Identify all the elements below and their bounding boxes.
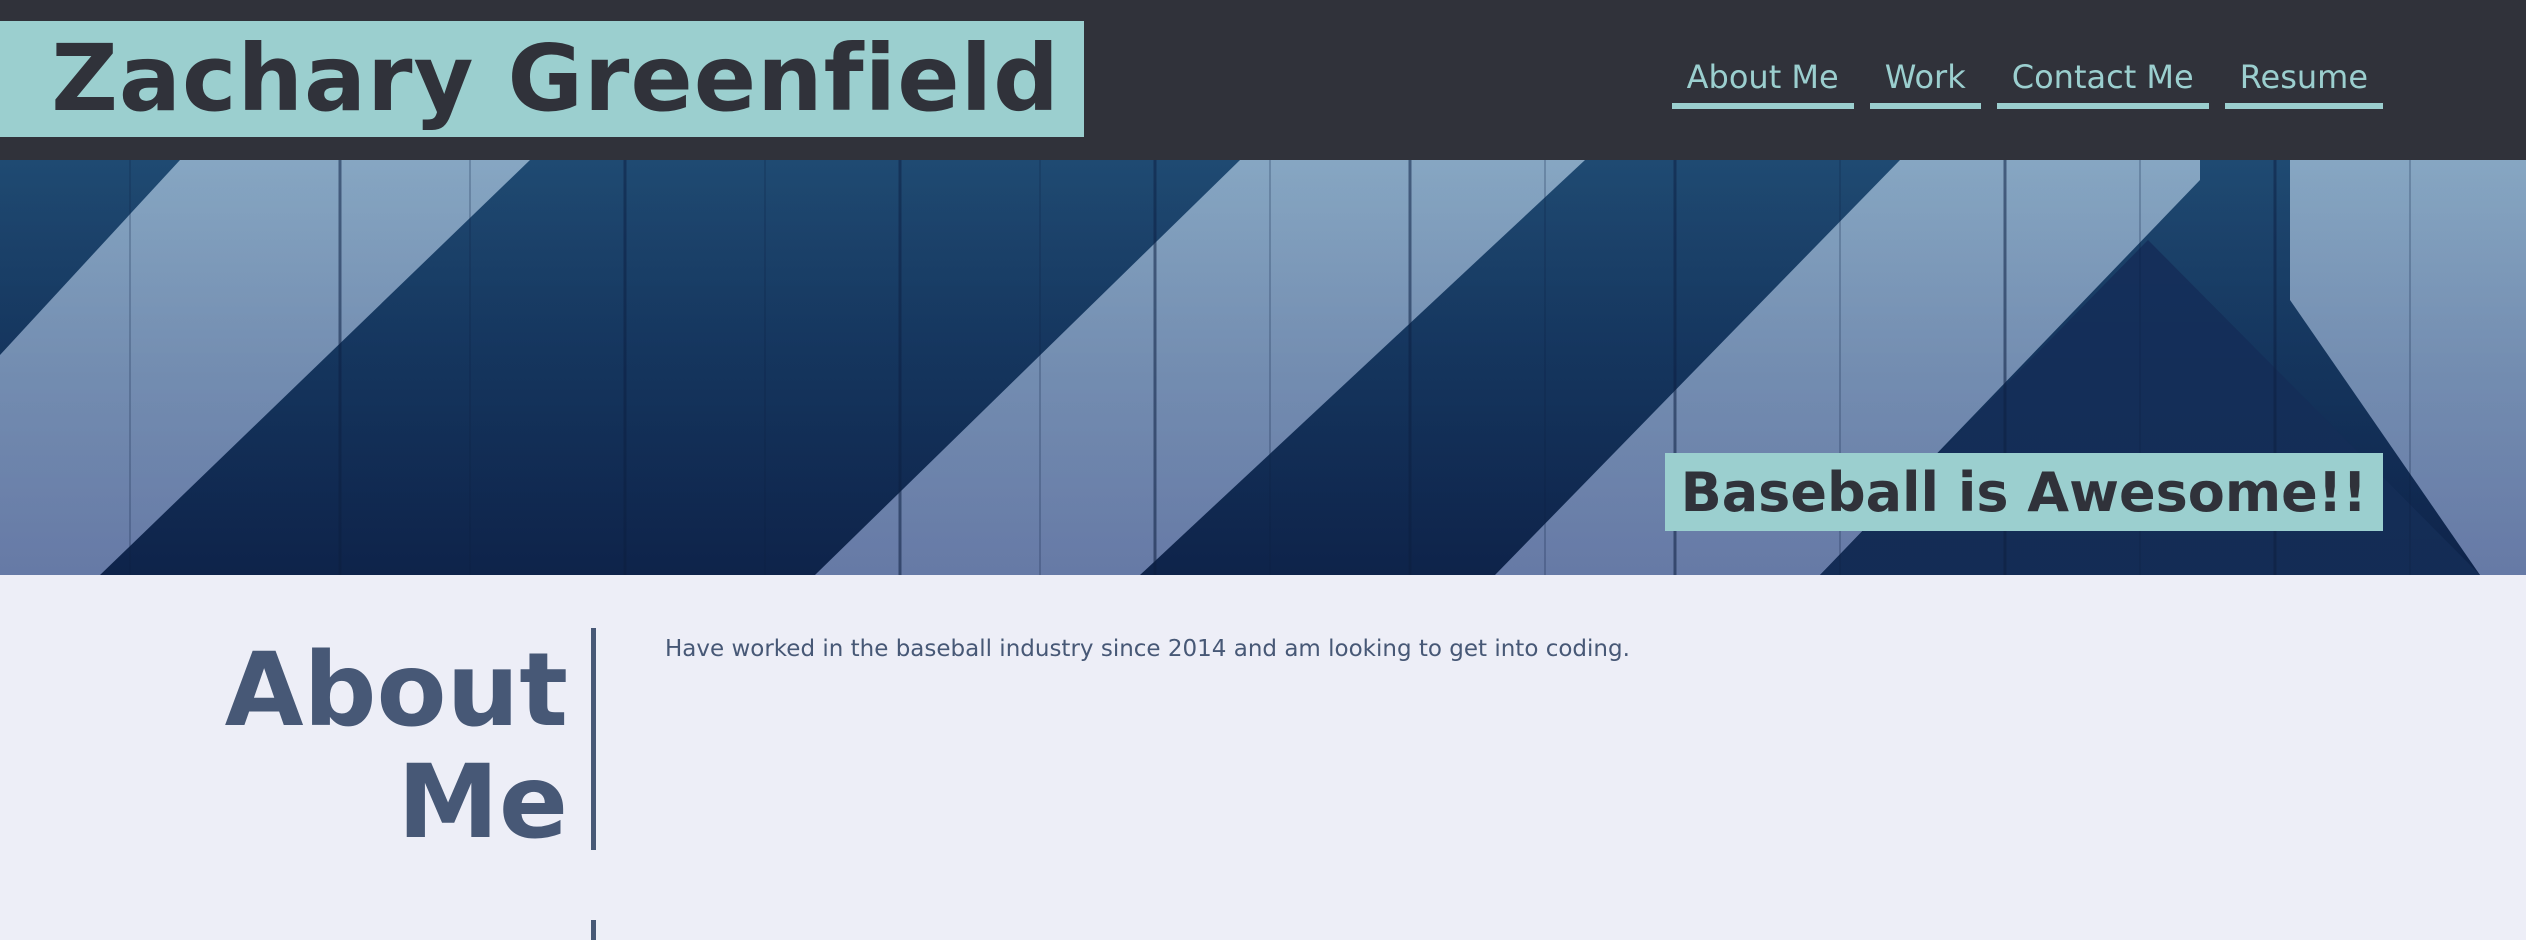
about-section: About Me Have worked in the baseball indu…	[0, 575, 2526, 940]
about-text: Have worked in the baseball industry sin…	[665, 636, 1630, 662]
nav-resume[interactable]: Resume	[2224, 55, 2383, 109]
about-heading-line1: About	[224, 631, 568, 750]
hero-tagline: Baseball is Awesome!!	[1680, 460, 2367, 524]
about-heading: About Me	[225, 635, 568, 859]
hero-banner: Baseball is Awesome!!	[0, 160, 2526, 575]
tagline-box: Baseball is Awesome!!	[1664, 453, 2383, 531]
about-heading-line2: Me	[397, 743, 568, 862]
section-divider	[591, 628, 596, 850]
site-title[interactable]: Zachary Greenfield	[51, 23, 1060, 135]
nav-about-me[interactable]: About Me	[1671, 55, 1854, 109]
nav-work[interactable]: Work	[1869, 55, 1981, 109]
nav-contact-me[interactable]: Contact Me	[1996, 55, 2209, 109]
site-title-box: Zachary Greenfield	[0, 21, 1084, 137]
site-header: Zachary Greenfield About Me Work Contact…	[0, 0, 2526, 160]
main-nav: About Me Work Contact Me Resume	[1671, 55, 2383, 109]
next-section-divider	[591, 920, 596, 940]
